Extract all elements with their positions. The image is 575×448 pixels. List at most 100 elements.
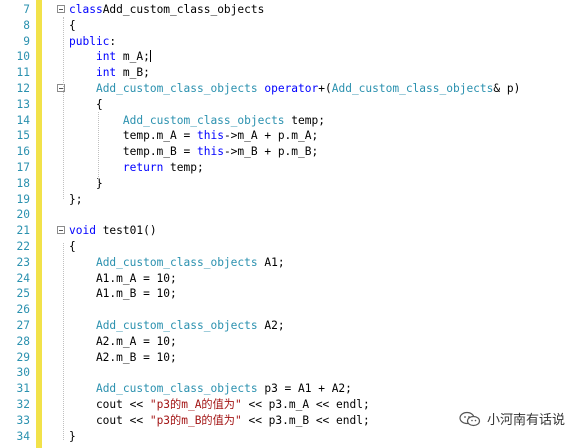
code-line[interactable]: 34} (0, 429, 575, 445)
code-text[interactable]: } (69, 429, 76, 445)
code-text[interactable]: cout << "p3的m_B的值为" << p3.m_B << endl; (69, 413, 370, 429)
code-token: test01() (95, 224, 157, 238)
line-number: 16 (16, 145, 30, 159)
code-line[interactable]: 25 A1.m_B = 10; (0, 286, 575, 302)
code-text[interactable]: public: (69, 34, 116, 50)
code-token: Add_custom_class_objects (102, 3, 265, 16)
code-line[interactable]: 28 A2.m_A = 10; (0, 334, 575, 350)
code-line[interactable]: 30 (0, 365, 575, 381)
type-token: Add_custom_class_objects (95, 382, 258, 396)
line-number: 12 (16, 82, 30, 95)
code-line[interactable]: 15 temp.m_A = this->m_A + p.m_A; (0, 128, 575, 144)
watermark: 小河南有话说 (459, 409, 565, 428)
line-number: 8 (23, 18, 30, 32)
line-number: 14 (16, 113, 30, 127)
code-text[interactable]: Add_custom_class_objects operator+(Add_c… (69, 81, 520, 97)
code-text[interactable]: Add_custom_class_objects p3 = A1 + A2; (69, 381, 352, 397)
code-line[interactable]: 12 Add_custom_class_objects operator+(Ad… (0, 81, 575, 97)
code-line[interactable]: 18 } (0, 176, 575, 192)
code-text[interactable]: { (69, 239, 76, 255)
type-token: Add_custom_class_objects (95, 319, 258, 332)
code-line[interactable]: 27 Add_custom_class_objects A2; (0, 318, 575, 334)
code-line[interactable]: 20 (0, 207, 575, 223)
line-number: 28 (16, 334, 30, 348)
code-line[interactable]: 11 int m_B; (0, 65, 575, 81)
code-text[interactable]: Add_custom_class_objects A2; (69, 318, 285, 334)
code-text[interactable]: A1.m_B = 10; (69, 286, 177, 302)
line-number: 19 (16, 192, 30, 206)
code-token: << p3.m_B << endl; (241, 413, 370, 427)
code-token: temp; (163, 161, 204, 174)
code-line[interactable]: 23 Add_custom_class_objects A1; (0, 255, 575, 271)
code-text[interactable]: temp.m_A = this->m_A + p.m_A; (69, 128, 318, 144)
collapse-toggle-icon[interactable] (57, 5, 65, 13)
code-line[interactable]: 29 A2.m_B = 10; (0, 350, 575, 366)
code-text[interactable]: int m_B; (69, 65, 150, 81)
code-token: temp; (284, 113, 325, 127)
code-text[interactable]: { (69, 18, 76, 34)
code-token: A1; (257, 255, 285, 269)
line-number: 11 (16, 66, 30, 80)
code-text[interactable]: }; (69, 192, 82, 208)
code-line[interactable]: 22 { (0, 239, 575, 255)
wechat-icon (459, 411, 481, 426)
code-text[interactable]: cout << "p3的m_A的值为" << p3.m_A << endl; (69, 397, 370, 413)
code-text[interactable]: Add_custom_class_objects temp; (69, 113, 325, 129)
keyword-token: void (69, 224, 96, 238)
code-text[interactable]: A1.m_A = 10; (69, 271, 177, 287)
line-number: 29 (16, 350, 30, 364)
code-line[interactable]: 31 Add_custom_class_objects p3 = A1 + A2… (0, 381, 575, 397)
code-token: cout << (69, 413, 150, 427)
code-editor[interactable]: 7 classAdd_custom_class_objects 8{9 public:… (0, 0, 575, 448)
code-line[interactable]: 9 public: (0, 34, 575, 50)
code-token: p3 = A1 + A2; (257, 382, 352, 396)
code-line[interactable]: 21 void test01() (0, 223, 575, 239)
code-line[interactable]: 24 A1.m_A = 10; (0, 271, 575, 287)
code-line[interactable]: 26 (0, 302, 575, 318)
code-token: }; (69, 192, 83, 206)
code-token: << p3.m_A << endl; (241, 398, 370, 411)
line-number: 10 (16, 50, 30, 64)
keyword-token: public (69, 34, 110, 48)
indent-guide (63, 17, 64, 199)
code-line[interactable]: 19}; (0, 192, 575, 208)
code-text[interactable]: int m_A; (69, 49, 151, 65)
code-text[interactable]: classAdd_custom_class_objects (69, 2, 264, 18)
code-token: A1.m_A = 10; (69, 271, 177, 285)
text-cursor (149, 50, 151, 63)
line-number: 7 (23, 3, 30, 16)
code-text[interactable]: A2.m_B = 10; (69, 350, 177, 366)
code-text[interactable]: temp.m_B = this->m_B + p.m_B; (69, 144, 318, 160)
collapse-toggle-icon[interactable] (57, 226, 65, 235)
code-text[interactable]: Add_custom_class_objects A1; (69, 255, 285, 271)
code-text[interactable]: { (69, 97, 103, 113)
code-text[interactable]: return temp; (69, 160, 204, 176)
code-line[interactable]: 7 classAdd_custom_class_objects (0, 2, 575, 18)
code-line[interactable]: 16 temp.m_B = this->m_B + p.m_B; (0, 144, 575, 160)
code-text[interactable]: A2.m_A = 10; (69, 334, 177, 350)
string-token: "p3的m_A的值为" (149, 398, 242, 411)
code-token: A2.m_A = 10; (69, 334, 177, 348)
code-token: { (69, 97, 103, 111)
code-text[interactable]: void test01() (69, 223, 157, 239)
code-line[interactable]: 17 return temp; (0, 160, 575, 176)
line-number: 34 (16, 429, 30, 443)
code-line[interactable]: 8{ (0, 18, 575, 34)
code-token: { (69, 240, 76, 253)
line-number: 17 (16, 161, 30, 174)
code-token: ->m_A + p.m_A; (223, 129, 319, 143)
line-number: 30 (16, 366, 30, 380)
code-line[interactable]: 14 Add_custom_class_objects temp; (0, 113, 575, 129)
line-number: 31 (16, 382, 30, 396)
code-line[interactable]: 10 int m_A; (0, 49, 575, 65)
type-token: Add_custom_class_objects (95, 82, 258, 95)
line-number: 27 (16, 319, 30, 332)
line-number: 22 (16, 240, 30, 253)
code-line[interactable]: 13 { (0, 97, 575, 113)
keyword-token: operator (264, 82, 319, 95)
